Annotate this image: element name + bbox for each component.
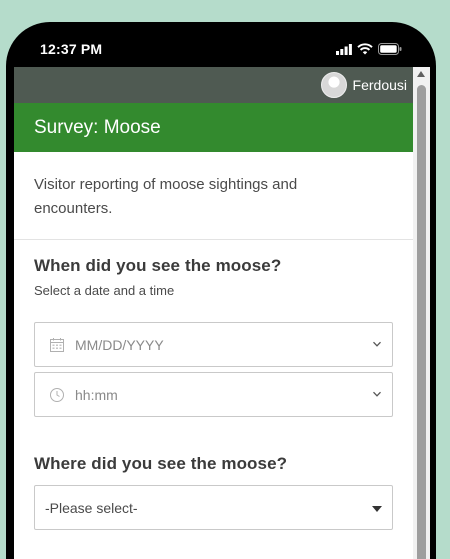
user-name: Ferdousi bbox=[352, 77, 407, 93]
battery-icon bbox=[378, 43, 402, 55]
scrollbar[interactable] bbox=[413, 67, 430, 559]
question-when-hint: Select a date and a time bbox=[34, 283, 175, 298]
question-when-title: When did you see the moose? bbox=[34, 256, 282, 275]
time-placeholder: hh:mm bbox=[75, 386, 118, 403]
location-select[interactable]: -Please select- bbox=[34, 485, 393, 530]
survey-title: Survey: Moose bbox=[34, 117, 161, 138]
date-placeholder: MM/DD/YYYY bbox=[75, 336, 164, 353]
signal-icon bbox=[336, 43, 352, 55]
status-time: 12:37 PM bbox=[40, 41, 103, 57]
survey-description: Visitor reporting of moose sightings and… bbox=[34, 176, 298, 217]
caret-down-icon bbox=[372, 506, 382, 512]
top-bar: Ferdousi bbox=[14, 67, 413, 103]
chevron-down-icon[interactable] bbox=[372, 389, 382, 399]
clock-icon bbox=[50, 387, 64, 402]
status-icons bbox=[336, 43, 402, 55]
status-bar: 12:37 PM bbox=[6, 22, 436, 70]
app-screen: Ferdousi Survey: Moose Visitor reporting… bbox=[14, 67, 430, 559]
scroll-up-arrow-icon[interactable] bbox=[417, 71, 425, 77]
date-input[interactable]: MM/DD/YYYY bbox=[34, 322, 393, 367]
scroll-thumb[interactable] bbox=[417, 85, 426, 559]
user-menu[interactable]: Ferdousi bbox=[320, 72, 407, 98]
question-where-title: Where did you see the moose? bbox=[34, 454, 288, 473]
location-select-value: -Please select- bbox=[45, 499, 138, 516]
wifi-icon bbox=[357, 43, 373, 55]
chevron-down-icon[interactable] bbox=[372, 339, 382, 349]
survey-header: Survey: Moose bbox=[14, 103, 413, 152]
divider bbox=[14, 239, 413, 240]
time-input[interactable]: hh:mm bbox=[34, 372, 393, 417]
calendar-icon bbox=[50, 337, 64, 352]
avatar[interactable] bbox=[320, 72, 347, 98]
